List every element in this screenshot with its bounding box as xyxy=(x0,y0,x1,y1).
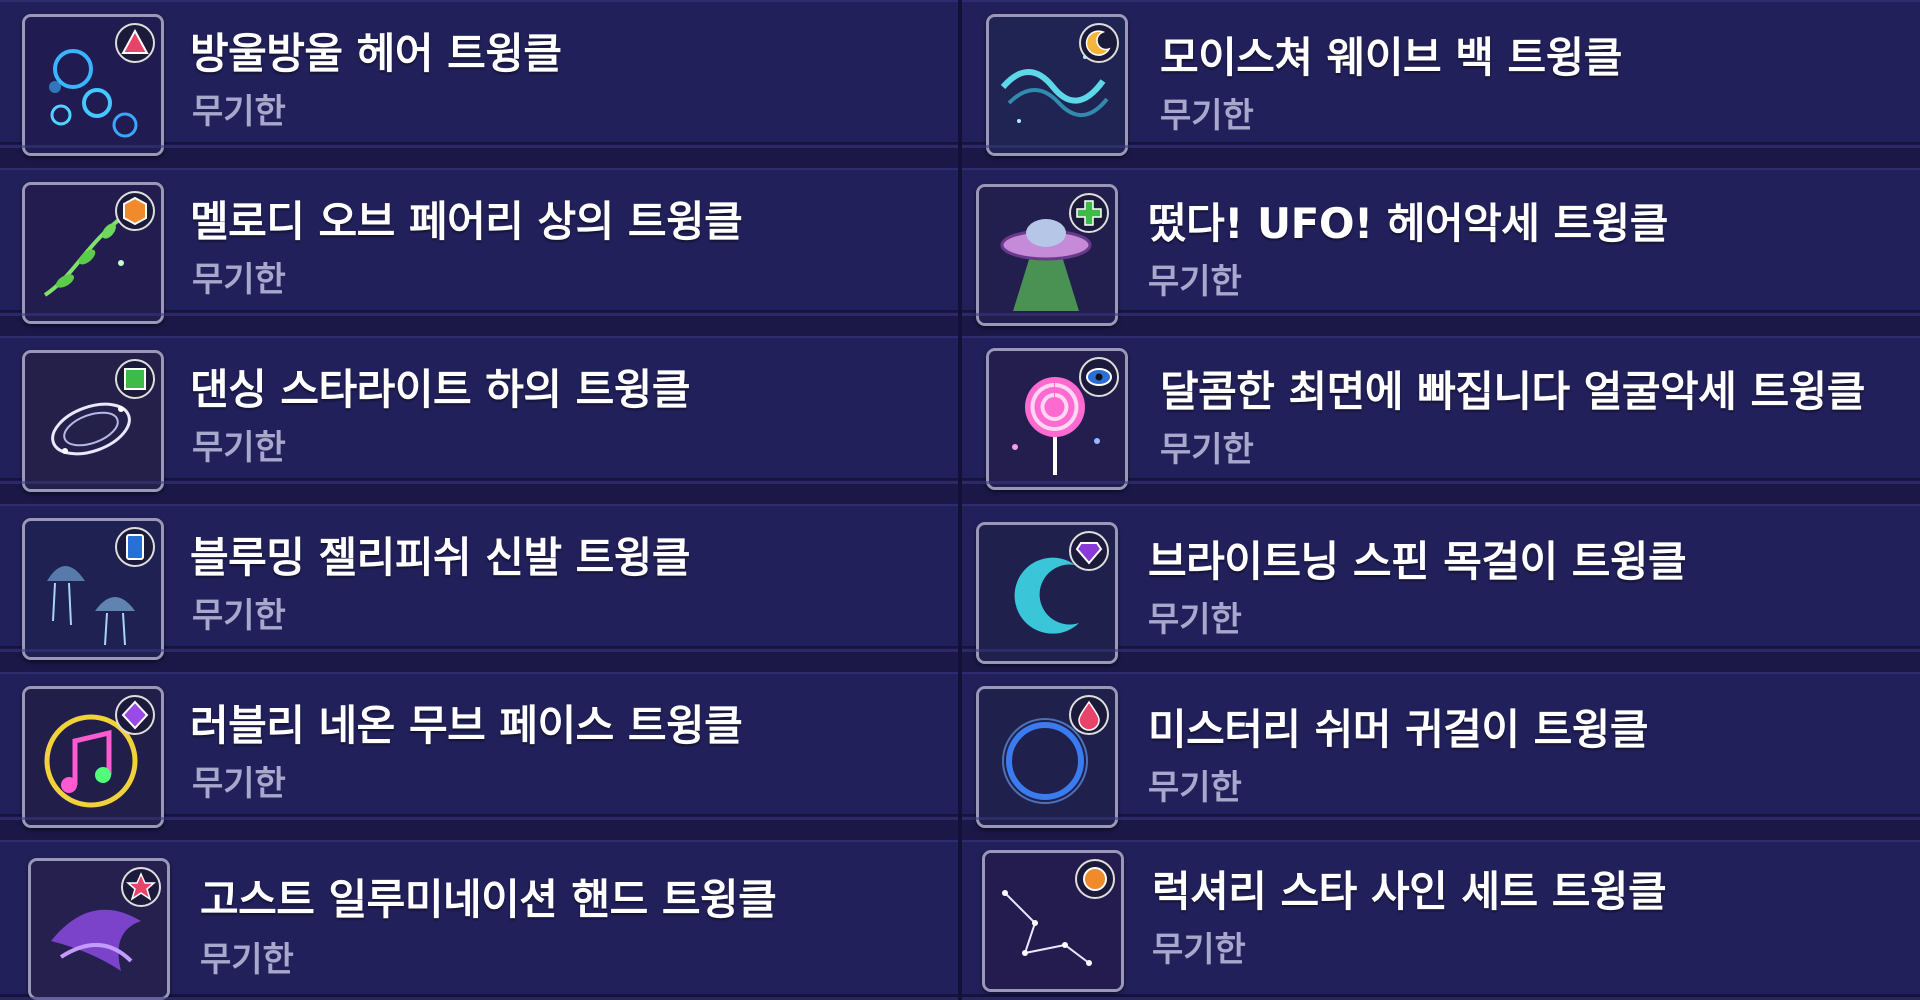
item-list-left: 방울방울 헤어 트윙클 무기한 멜로디 오브 페어리 상의 트윙클 무기한 댄싱… xyxy=(0,0,958,1000)
triangle-gem-icon xyxy=(115,23,155,63)
list-item[interactable]: 러블리 네온 무브 페이스 트윙클 무기한 xyxy=(0,672,958,828)
item-title: 미스터리 쉬머 귀걸이 트윙클 xyxy=(1148,705,1649,754)
card-gem-icon xyxy=(115,527,155,567)
item-list-right: 모이스쳐 웨이브 백 트윙클 무기한 떴다! UFO! 헤어악세 트윙클 무기한 xyxy=(962,0,1920,1000)
list-item[interactable]: 브라이트닝 스핀 목걸이 트윙클 무기한 xyxy=(962,504,1920,664)
starlight-swirl-icon xyxy=(22,350,164,492)
list-item[interactable]: 떴다! UFO! 헤어악세 트윙클 무기한 xyxy=(962,168,1920,326)
item-title: 럭셔리 스타 사인 세트 트윙클 xyxy=(1152,867,1667,916)
item-title: 러블리 네온 무브 페이스 트윙클 xyxy=(190,701,743,750)
list-item[interactable]: 미스터리 쉬머 귀걸이 트윙클 무기한 xyxy=(962,672,1920,828)
orb-gem-icon xyxy=(1075,859,1115,899)
blue-ring-icon xyxy=(976,686,1118,828)
list-item[interactable]: 블루밍 젤리피쉬 신발 트윙클 무기한 xyxy=(0,504,958,660)
item-title: 달콤한 최면에 빠집니다 얼굴악세 트윙클 xyxy=(1160,367,1865,416)
item-duration: 무기한 xyxy=(192,260,286,300)
item-title: 멜로디 오브 페어리 상의 트윙클 xyxy=(190,197,743,246)
vine-top-icon xyxy=(22,182,164,324)
item-duration: 무기한 xyxy=(1148,768,1242,808)
item-duration: 무기한 xyxy=(192,764,286,804)
item-title: 고스트 일루미네이션 핸드 트윙클 xyxy=(200,875,777,924)
item-duration: 무기한 xyxy=(192,92,286,132)
item-duration: 무기한 xyxy=(1148,600,1242,640)
bubble-hair-icon xyxy=(22,14,164,156)
item-duration: 무기한 xyxy=(1160,430,1254,470)
item-duration: 무기한 xyxy=(192,428,286,468)
list-item[interactable]: 고스트 일루미네이션 핸드 트윙클 무기한 xyxy=(0,840,958,1000)
item-duration: 무기한 xyxy=(200,940,294,980)
crescent-ring-icon xyxy=(976,522,1118,664)
item-duration: 무기한 xyxy=(192,596,286,636)
item-duration: 무기한 xyxy=(1148,262,1242,302)
item-title: 모이스쳐 웨이브 백 트윙클 xyxy=(1160,33,1622,82)
wave-back-icon xyxy=(986,14,1128,156)
item-duration: 무기한 xyxy=(1152,930,1246,970)
item-duration: 무기한 xyxy=(1160,96,1254,136)
swirl-lollipop-icon xyxy=(986,348,1128,490)
list-item[interactable]: 방울방울 헤어 트윙클 무기한 xyxy=(0,0,958,156)
list-item[interactable]: 모이스쳐 웨이브 백 트윙클 무기한 xyxy=(962,0,1920,156)
list-item[interactable]: 댄싱 스타라이트 하의 트윙클 무기한 xyxy=(0,336,958,492)
square-gem-icon xyxy=(115,359,155,399)
constellation-icon xyxy=(982,850,1124,992)
item-title: 떴다! UFO! 헤어악세 트윙클 xyxy=(1148,199,1668,248)
list-item[interactable]: 달콤한 최면에 빠집니다 얼굴악세 트윙클 무기한 xyxy=(962,336,1920,490)
ghost-purple-icon xyxy=(28,858,170,1000)
hexagon-gem-icon xyxy=(115,191,155,231)
item-title: 댄싱 스타라이트 하의 트윙클 xyxy=(190,365,691,414)
moon-gem-icon xyxy=(1079,23,1119,63)
item-title: 브라이트닝 스핀 목걸이 트윙클 xyxy=(1148,537,1687,586)
amethyst-gem-icon xyxy=(1069,531,1109,571)
ufo-icon xyxy=(976,184,1118,326)
diamond-gem-icon xyxy=(115,695,155,735)
drop-gem-icon xyxy=(1069,695,1109,735)
item-title: 방울방울 헤어 트윙클 xyxy=(190,29,562,78)
cross-gem-icon xyxy=(1069,193,1109,233)
star-gem-icon xyxy=(121,867,161,907)
item-title: 블루밍 젤리피쉬 신발 트윙클 xyxy=(190,533,691,582)
list-item[interactable]: 럭셔리 스타 사인 세트 트윙클 무기한 xyxy=(962,840,1920,1000)
jellyfish-icon xyxy=(22,518,164,660)
eye-gem-icon xyxy=(1079,357,1119,397)
list-item[interactable]: 멜로디 오브 페어리 상의 트윙클 무기한 xyxy=(0,168,958,324)
neon-music-note-icon xyxy=(22,686,164,828)
